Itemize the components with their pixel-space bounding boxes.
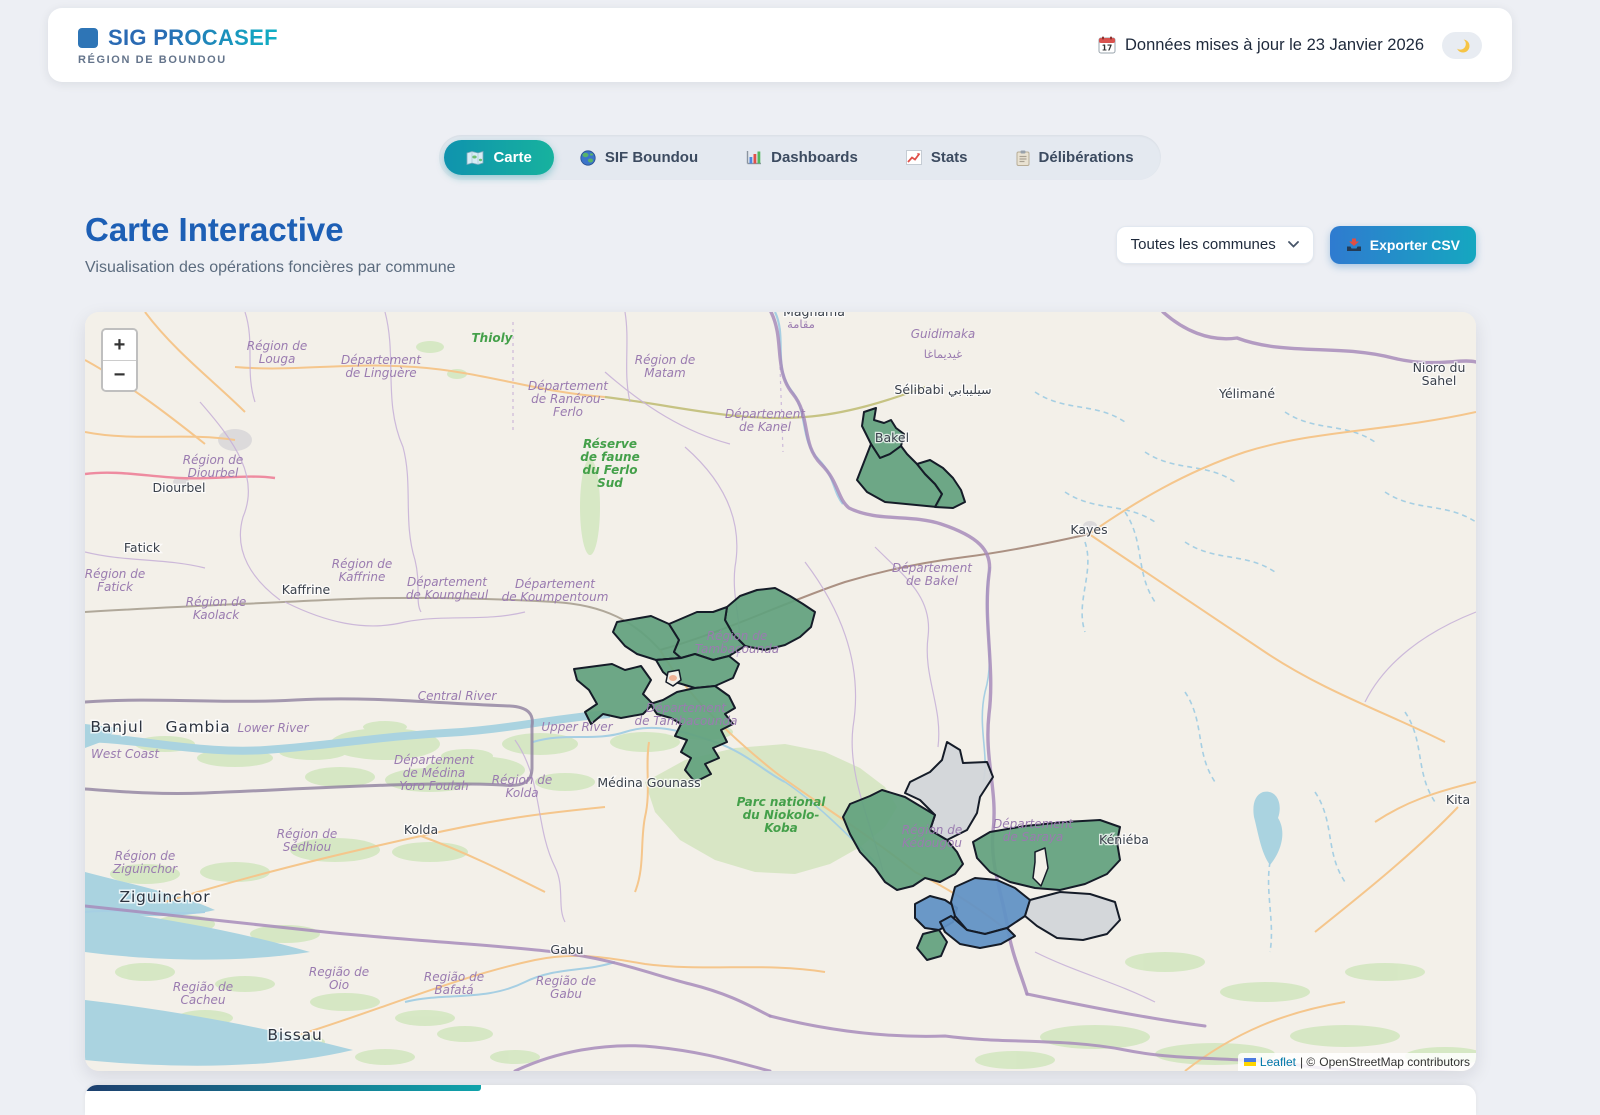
download-tray-icon <box>1346 238 1362 252</box>
map-label: Banjul <box>90 718 143 736</box>
tab-sif-boundou[interactable]: SIF Boundou <box>558 140 720 175</box>
map-label: Sélibabi سيليبابي <box>894 382 991 397</box>
data-updated-text: 17 Données mises à jour le 23 Janvier 20… <box>1098 36 1424 55</box>
map-label: Départementde Koumpentoum <box>502 577 609 604</box>
map-canvas: Région deLougaDépartementde LinguèreRégi… <box>85 312 1476 1071</box>
map-icon <box>466 151 484 165</box>
map-label: Région deSédhiou <box>277 827 337 854</box>
map-label: Kaffrine <box>282 582 331 597</box>
tab-stats-label: Stats <box>931 149 968 166</box>
app-title: SIG PROCASEF <box>108 25 278 51</box>
map-label: Thioly <box>471 331 513 345</box>
page-title: Carte Interactive <box>85 212 456 248</box>
tab-deliberations[interactable]: Délibérations <box>994 140 1156 175</box>
app-subtitle: RÉGION DE BOUNDOU <box>78 54 278 66</box>
tab-dashboards[interactable]: Dashboards <box>724 140 880 175</box>
map-label: Région deDiourbel <box>183 453 243 480</box>
zoom-out-button[interactable]: − <box>103 360 136 390</box>
map-attribution: Leaflet | © OpenStreetMap contributors <box>1238 1053 1476 1071</box>
chevron-down-icon <box>1288 241 1299 248</box>
map-label: Région deZiguinchor <box>112 849 178 876</box>
map-label: Lower River <box>237 721 309 735</box>
tab-sif-boundou-label: SIF Boundou <box>605 149 698 166</box>
below-fold-accent-bar <box>85 1085 481 1091</box>
map-label: Central River <box>418 689 498 703</box>
map-label: West Coast <box>91 747 160 761</box>
globe-icon <box>580 150 596 166</box>
map-label: Région deKaolack <box>186 595 246 622</box>
map-label: Région deKédougou <box>902 823 963 850</box>
map-zoom-control: + − <box>101 328 138 392</box>
app-header: SIG PROCASEF RÉGION DE BOUNDOU 17 Donnée… <box>48 8 1512 82</box>
update-label: Données mises à jour le 23 Janvier 2026 <box>1125 36 1424 55</box>
map-label: Kita <box>1446 792 1470 807</box>
map-label: Départementde Saraya <box>993 817 1074 844</box>
clipboard-icon <box>1016 150 1030 166</box>
bar-chart-icon <box>746 150 762 165</box>
moon-icon <box>1454 37 1471 54</box>
map-city-dot <box>669 675 677 681</box>
line-chart-icon <box>906 150 922 165</box>
map-label: غيديماغا <box>924 347 962 361</box>
map-label: Ziguinchor <box>120 888 211 906</box>
leaflet-link[interactable]: Leaflet <box>1260 1055 1296 1069</box>
commune-filter-select[interactable]: Toutes les communes <box>1116 226 1314 264</box>
osm-link[interactable]: OpenStreetMap contributors <box>1319 1055 1470 1069</box>
map-label: Magnama <box>783 312 845 319</box>
attribution-separator: | © <box>1300 1055 1315 1069</box>
tab-dashboards-label: Dashboards <box>771 149 858 166</box>
export-csv-label: Exporter CSV <box>1370 237 1460 253</box>
map-label: Bakel <box>875 430 909 445</box>
map-label: Kéniéba <box>1099 832 1149 847</box>
map-label: Guidimaka <box>911 327 976 341</box>
map-label: Bissau <box>267 1026 322 1044</box>
interactive-map[interactable]: Région deLougaDépartementde LinguèreRégi… <box>85 312 1476 1071</box>
tab-stats[interactable]: Stats <box>884 140 990 175</box>
logo: SIG PROCASEF RÉGION DE BOUNDOU <box>78 25 278 66</box>
svg-text:17: 17 <box>1102 44 1112 53</box>
theme-toggle[interactable] <box>1442 32 1482 59</box>
map-label: Région deTambacounda <box>695 629 779 656</box>
main-nav: Carte SIF Boundou Dashboards <box>0 135 1600 180</box>
zoom-in-button[interactable]: + <box>103 330 136 360</box>
page-subtitle: Visualisation des opérations foncières p… <box>85 259 456 277</box>
map-label: Région deKaffrine <box>332 557 392 584</box>
map-label: Médina Gounass <box>597 775 700 790</box>
map-label: Região deCacheu <box>173 980 233 1007</box>
map-label: Départementde Koungheul <box>406 575 489 602</box>
below-fold-card <box>85 1085 1476 1115</box>
map-label: Upper River <box>541 720 613 734</box>
map-label: Fatick <box>124 540 161 555</box>
map-label: Kayes <box>1070 522 1107 537</box>
map-label: Diourbel <box>153 480 206 495</box>
tab-deliberations-label: Délibérations <box>1039 149 1134 166</box>
map-label: Yélimané <box>1218 386 1275 401</box>
ukraine-flag-icon <box>1244 1058 1256 1066</box>
map-label: Gabu <box>550 942 583 957</box>
map-label: Départementde MédinaYoro Foulah <box>394 753 475 793</box>
tab-carte-label: Carte <box>493 149 531 166</box>
map-label: Gambia <box>165 718 230 736</box>
map-label: Départementde Tambacounda <box>634 701 737 728</box>
map-label: مقامة <box>787 317 815 331</box>
map-label: Départementde Linguère <box>341 353 422 380</box>
export-csv-button[interactable]: Exporter CSV <box>1330 226 1476 264</box>
map-label: Kolda <box>404 822 438 837</box>
commune-filter-value: Toutes les communes <box>1131 236 1276 253</box>
tab-carte[interactable]: Carte <box>444 140 553 175</box>
logo-square-icon <box>78 28 98 48</box>
calendar-icon: 17 <box>1098 36 1116 54</box>
